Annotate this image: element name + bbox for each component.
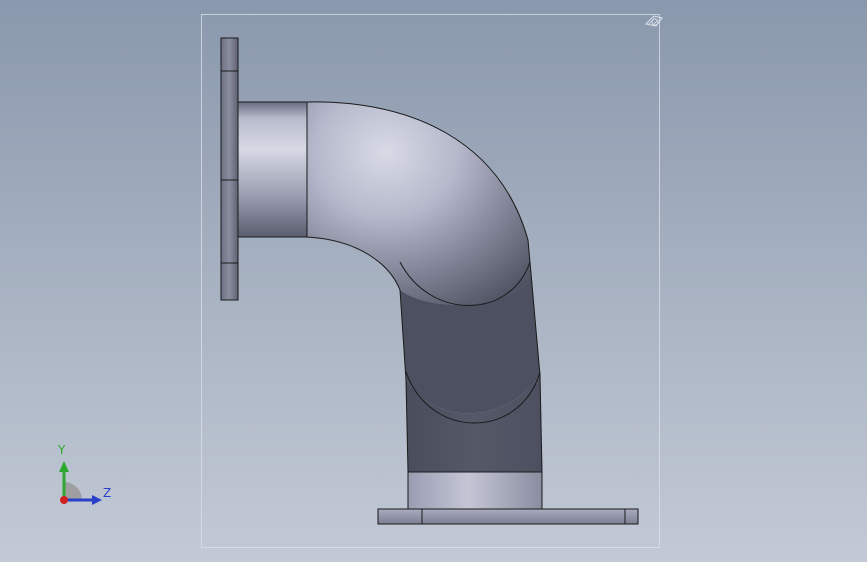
- triad-z-label: Z: [103, 486, 112, 500]
- left-flange[interactable]: [220, 37, 239, 301]
- coordinate-triad-icon[interactable]: [59, 461, 102, 505]
- view-selector-icon[interactable]: [644, 15, 663, 27]
- bottom-pipe-stub[interactable]: [408, 472, 542, 509]
- elbow-section-upper[interactable]: [307, 101, 532, 305]
- bottom-flange[interactable]: [377, 508, 639, 525]
- triad-y-label: Y: [58, 443, 66, 457]
- x-axis-dot: [60, 496, 68, 504]
- pipe-elbow-model[interactable]: [0, 0, 867, 562]
- graphics-viewport[interactable]: Y Z: [0, 0, 867, 562]
- horizontal-pipe[interactable]: [238, 102, 307, 237]
